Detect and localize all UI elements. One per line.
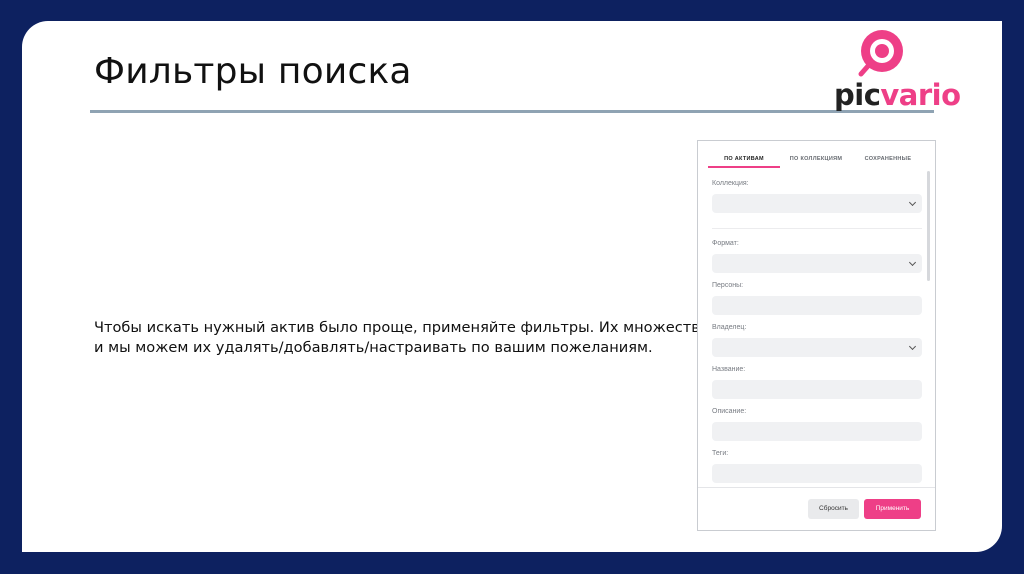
apply-button[interactable]: Применить xyxy=(864,499,921,519)
owner-select[interactable] xyxy=(712,338,922,357)
format-select[interactable] xyxy=(712,254,922,273)
persons-field: Персоны: xyxy=(712,281,922,315)
picvario-logo: picvario xyxy=(830,27,961,113)
description-field: Описание: xyxy=(712,407,922,441)
description-input[interactable] xyxy=(712,422,922,441)
field-divider xyxy=(712,228,922,229)
logo-text-vario: vario xyxy=(880,78,961,112)
field-label: Персоны: xyxy=(712,282,744,289)
tags-input[interactable] xyxy=(712,464,922,483)
format-field: Формат: xyxy=(712,239,922,273)
logo-text-pic: pic xyxy=(834,78,881,112)
field-label: Владелец: xyxy=(712,324,747,331)
logo-wordmark: picvario xyxy=(834,79,961,111)
slide: Фильтры поиска picvario Чтобы искать нуж… xyxy=(22,21,1002,552)
chevron-down-icon xyxy=(908,258,917,267)
footer-divider xyxy=(698,487,935,488)
panel-scrollbar[interactable] xyxy=(927,171,930,281)
slide-title: Фильтры поиска xyxy=(94,51,412,92)
field-label: Коллекция: xyxy=(712,180,749,187)
field-label: Описание: xyxy=(712,408,747,415)
collection-field: Коллекция: xyxy=(712,179,922,213)
tab-by-assets[interactable]: ПО АКТИВАМ xyxy=(708,153,780,169)
name-input[interactable] xyxy=(712,380,922,399)
tags-field: Теги: xyxy=(712,449,922,483)
name-field: Название: xyxy=(712,365,922,399)
filter-panel: ПО АКТИВАМ ПО КОЛЛЕКЦИЯМ СОХРАНЕННЫЕ Кол… xyxy=(697,140,936,531)
persons-input[interactable] xyxy=(712,296,922,315)
chevron-down-icon xyxy=(908,342,917,351)
description-line: Чтобы искать нужный актив было проще, пр… xyxy=(94,319,714,336)
title-underline xyxy=(90,110,934,113)
tab-by-collections[interactable]: ПО КОЛЛЕКЦИЯМ xyxy=(780,153,852,169)
chevron-down-icon xyxy=(908,198,917,207)
description-line: и мы можем их удалять/добавлять/настраив… xyxy=(94,339,653,356)
field-label: Название: xyxy=(712,366,746,373)
field-label: Формат: xyxy=(712,240,739,247)
logo-mark-icon xyxy=(858,30,903,77)
owner-field: Владелец: xyxy=(712,323,922,357)
description: Чтобы искать нужный актив было проще, пр… xyxy=(94,318,714,358)
tab-saved[interactable]: СОХРАНЕННЫЕ xyxy=(852,153,924,169)
filter-tabs: ПО АКТИВАМ ПО КОЛЛЕКЦИЯМ СОХРАНЕННЫЕ xyxy=(708,153,924,169)
collection-select[interactable] xyxy=(712,194,922,213)
reset-button[interactable]: Сбросить xyxy=(808,499,859,519)
field-label: Теги: xyxy=(712,450,729,457)
